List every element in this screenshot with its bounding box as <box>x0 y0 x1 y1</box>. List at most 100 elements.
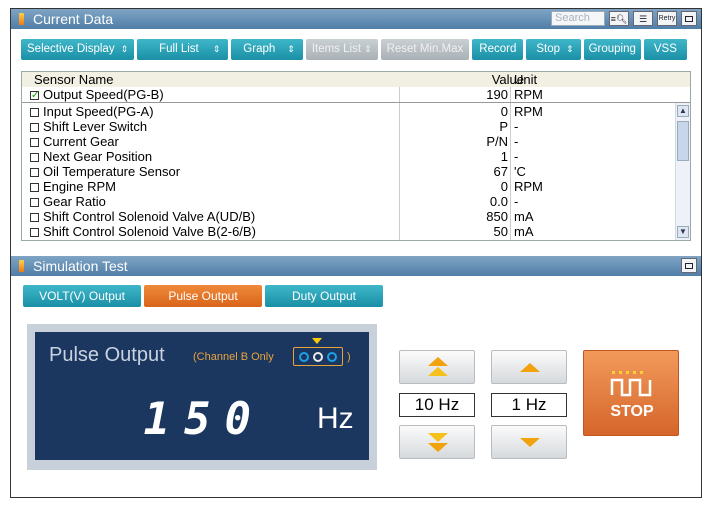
list-icon: ☰ <box>638 13 648 24</box>
sensor-unit: - <box>514 194 519 209</box>
display-title: Pulse Output <box>49 344 165 366</box>
sensor-unit: RPM <box>514 104 543 119</box>
channel-connector-icon <box>293 347 343 366</box>
search-options-button[interactable]: ≡🔍︎ <box>609 11 629 26</box>
sensor-unit: RPM <box>514 179 543 194</box>
list-view-button[interactable]: ☰ <box>633 11 653 26</box>
graph-button[interactable]: Graph ⇕ <box>231 39 303 60</box>
maximize-button[interactable] <box>681 11 697 26</box>
table-scrollbar[interactable]: ▲ ▼ <box>675 103 690 240</box>
sensor-name: Input Speed(PG-A) <box>43 104 154 119</box>
panel-flag-icon <box>19 260 24 272</box>
row-checkbox[interactable] <box>30 228 39 237</box>
row-checkbox[interactable] <box>30 138 39 147</box>
row-checkbox[interactable] <box>30 88 39 103</box>
coarse-decrease-button[interactable] <box>399 425 475 459</box>
table-row[interactable]: Gear Ratio 0.0- <box>22 194 674 209</box>
sensor-value: 850 <box>486 209 508 224</box>
channel-marker-icon <box>312 338 322 344</box>
table-row[interactable]: Oil Temperature Sensor 67 'C <box>22 164 674 179</box>
fine-step-label: 1 Hz <box>491 393 567 417</box>
sensor-unit: - <box>514 119 519 134</box>
table-row[interactable]: Shift Control Solenoid Valve A(UD/B) 850 m… <box>22 209 674 224</box>
row-checkbox[interactable] <box>30 213 39 222</box>
spinner-icon: ⇕ <box>212 44 221 54</box>
col-sensor-name: Sensor Name <box>34 72 114 87</box>
simulation-header: Simulation Test <box>11 256 701 276</box>
row-checkbox[interactable] <box>30 153 39 162</box>
current-data-header: Current Data Search ≡🔍︎ ☰ Retry <box>11 9 701 29</box>
tab-duty-output[interactable]: Duty Output <box>265 285 383 307</box>
table-row[interactable]: Engine RPM 0 RPM <box>22 179 674 194</box>
table-row[interactable]: Shift Lever Switch P - <box>22 119 674 134</box>
maximize-button[interactable] <box>681 258 697 273</box>
table-row[interactable]: Input Speed(PG-A) 0 RPM <box>22 104 674 119</box>
retry-button[interactable]: Retry <box>657 11 677 26</box>
sensor-name: Next Gear Position <box>43 149 153 164</box>
pinned-row[interactable]: Output Speed(PG-B) 190 RPM <box>22 87 674 103</box>
table-header: Sensor Name Value Unit <box>22 72 690 87</box>
tab-pulse-output[interactable]: Pulse Output <box>144 285 262 307</box>
stop-label: STOP <box>610 403 654 420</box>
full-list-button[interactable]: Full List ⇕ <box>137 39 229 60</box>
stop-record-button[interactable]: Stop ⇕ <box>526 39 581 60</box>
sensor-name: Oil Temperature Sensor <box>43 164 181 179</box>
scroll-up-icon[interactable]: ▲ <box>677 105 689 117</box>
pulse-display: Pulse Output (Channel B Only ) 150 Hz <box>35 332 369 460</box>
simulation-title: Simulation Test <box>33 258 128 274</box>
spinner-icon: ⇕ <box>364 44 372 54</box>
record-button[interactable]: Record <box>472 39 524 60</box>
output-tabs: VOLT(V) Output Pulse Output Duty Output <box>23 285 383 307</box>
sensor-name: Current Gear <box>43 134 119 149</box>
sensor-unit: mA <box>514 224 534 239</box>
retry-icon: Retry <box>658 14 676 22</box>
double-up-icon <box>428 357 448 366</box>
row-checkbox[interactable] <box>30 108 39 117</box>
items-list-button[interactable]: Items List ⇕ <box>305 39 378 60</box>
reset-min-max-button[interactable]: Reset Min.Max <box>380 39 470 60</box>
coarse-step-label: 10 Hz <box>399 393 475 417</box>
double-down-icon <box>428 433 448 442</box>
pulse-wave-icon <box>610 371 652 397</box>
table-row[interactable]: Current Gear P/N - <box>22 134 674 149</box>
panel-flag-icon <box>19 13 24 25</box>
row-checkbox[interactable] <box>30 183 39 192</box>
sensor-name: Gear Ratio <box>43 194 106 209</box>
sensor-value: 67 <box>493 164 508 179</box>
row-checkbox[interactable] <box>30 168 39 177</box>
fine-increase-button[interactable] <box>491 350 567 384</box>
vss-button[interactable]: VSS <box>643 39 687 60</box>
sensor-unit: mA <box>514 209 534 224</box>
pulse-unit: Hz <box>317 402 354 435</box>
row-checkbox[interactable] <box>30 198 39 207</box>
stop-output-button[interactable]: STOP <box>583 350 679 436</box>
magnifier-list-icon: ≡🔍︎ <box>610 13 628 24</box>
main-window: Current Data Search ≡🔍︎ ☰ Retry Selectiv… <box>10 8 702 498</box>
table-row[interactable]: Shift Control Solenoid Valve B(2-6/B) 50 m… <box>22 224 674 239</box>
fine-decrease-button[interactable] <box>491 425 567 459</box>
sensor-value: P/N <box>486 134 508 149</box>
sensor-value: 50 <box>493 224 508 239</box>
sensor-value: 0 <box>500 179 508 194</box>
spinner-icon: ⇕ <box>120 44 129 54</box>
spinner-icon: ⇕ <box>287 44 295 54</box>
row-checkbox[interactable] <box>30 123 39 132</box>
sensor-table: Sensor Name Value Unit Output Speed(PG-B… <box>21 71 691 241</box>
scroll-thumb[interactable] <box>677 121 689 161</box>
up-icon <box>520 363 540 372</box>
grouping-button[interactable]: Grouping <box>583 39 641 60</box>
sensor-name: Shift Control Solenoid Valve B(2-6/B) <box>43 224 256 239</box>
search-input[interactable]: Search <box>551 11 605 26</box>
down-icon <box>520 438 540 447</box>
scroll-down-icon[interactable]: ▼ <box>677 226 689 238</box>
sensor-value: P <box>499 119 508 134</box>
channel-note: (Channel B Only <box>193 351 274 363</box>
channel-note-close: ) <box>347 351 351 363</box>
sensor-unit: - <box>514 134 519 149</box>
coarse-increase-button[interactable] <box>399 350 475 384</box>
table-row[interactable]: Next Gear Position 1- <box>22 149 674 164</box>
selective-display-button[interactable]: Selective Display ⇕ <box>21 39 135 60</box>
current-data-title: Current Data <box>33 11 114 27</box>
tab-volt-output[interactable]: VOLT(V) Output <box>23 285 141 307</box>
sensor-value: 0 <box>500 104 508 119</box>
